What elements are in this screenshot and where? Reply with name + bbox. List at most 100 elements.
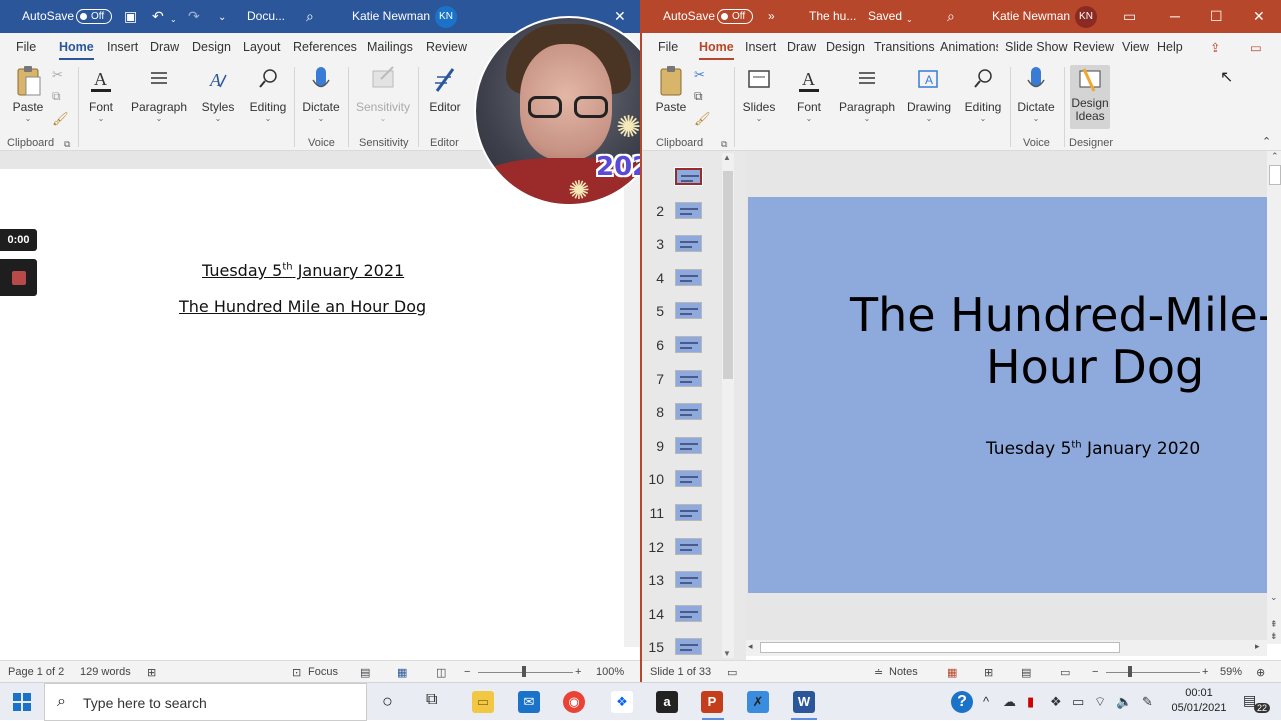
print-layout-icon[interactable]: ▦ bbox=[397, 666, 407, 679]
thumb-scroll-thumb[interactable] bbox=[723, 171, 733, 379]
page-count[interactable]: Page 1 of 2 bbox=[8, 666, 64, 678]
normal-view-icon[interactable]: ▦ bbox=[947, 666, 957, 679]
save-icon[interactable]: ▣ bbox=[124, 8, 137, 24]
powerpoint-icon[interactable]: P bbox=[701, 691, 723, 713]
zoom-level[interactable]: 100% bbox=[596, 666, 624, 678]
word-icon[interactable]: W bbox=[793, 691, 815, 713]
copy-icon[interactable]: ⧉ bbox=[694, 89, 703, 104]
slide-thumbnail[interactable] bbox=[675, 638, 702, 656]
word-editor-button[interactable]: Editor bbox=[424, 65, 466, 114]
word-font-button[interactable]: A Font ⌄ bbox=[84, 65, 118, 124]
word-paragraph-button[interactable]: Paragraph ⌄ bbox=[130, 65, 188, 124]
reading-view-icon[interactable]: ▤ bbox=[1021, 666, 1031, 679]
format-painter-icon[interactable]: 🖌 bbox=[694, 111, 711, 127]
word-tab-mailings[interactable]: Mailings bbox=[367, 40, 413, 54]
chrome-icon[interactable]: ◉ bbox=[563, 691, 585, 713]
copy-icon[interactable]: ⧉ bbox=[52, 89, 61, 104]
ppt-tab-file[interactable]: File bbox=[658, 40, 678, 54]
ppt-slides-button[interactable]: Slides ⌄ bbox=[740, 65, 778, 124]
ppt-tab-slide-show[interactable]: Slide Show bbox=[1005, 40, 1068, 54]
web-layout-icon[interactable]: ◫ bbox=[436, 666, 446, 679]
amazon-icon[interactable]: a bbox=[656, 691, 678, 713]
cortana-icon[interactable]: ○ bbox=[382, 691, 393, 712]
mail-icon[interactable]: ✉ bbox=[518, 691, 540, 713]
word-tab-layout[interactable]: Layout bbox=[243, 40, 281, 54]
slide-subtitle[interactable]: Tuesday 5th January 2020 bbox=[986, 439, 1200, 459]
slide-thumbnail[interactable] bbox=[675, 604, 702, 622]
word-styles-button[interactable]: A Styles ⌄ bbox=[200, 65, 236, 124]
task-view-icon[interactable]: ⧉ bbox=[426, 691, 437, 709]
slide-thumbnail[interactable] bbox=[675, 201, 702, 219]
word-paste-button[interactable]: Paste ⌄ bbox=[10, 65, 46, 124]
slide-thumbnail[interactable] bbox=[675, 436, 702, 454]
ppt-zoom-out-icon[interactable]: − bbox=[1092, 666, 1098, 678]
zoom-slider-thumb[interactable] bbox=[522, 666, 526, 677]
ppt-paste-button[interactable]: Paste bbox=[652, 65, 690, 114]
comments-icon[interactable]: ▭ bbox=[1250, 40, 1262, 55]
slide-horizontal-scrollbar[interactable]: ◂ ▸ bbox=[746, 640, 1267, 656]
word-tab-design[interactable]: Design bbox=[192, 40, 231, 54]
cut-icon[interactable]: ✂ bbox=[52, 67, 63, 83]
slide-thumbnail[interactable] bbox=[675, 537, 702, 555]
notes-button[interactable]: Notes bbox=[889, 666, 918, 678]
minimize-icon[interactable]: ─ bbox=[1170, 8, 1180, 24]
ppt-tab-design[interactable]: Design bbox=[826, 40, 865, 54]
document-page[interactable]: Tuesday 5th January 2021 The Hundred Mil… bbox=[0, 169, 624, 647]
ppt-zoom-slider[interactable] bbox=[1106, 672, 1200, 673]
next-slide-icon[interactable]: ⇟ bbox=[1270, 631, 1278, 642]
ppt-user-avatar[interactable]: KN bbox=[1075, 6, 1097, 28]
word-count[interactable]: 129 words bbox=[80, 666, 131, 678]
ppt-tab-home[interactable]: Home bbox=[699, 40, 734, 60]
scroll-up-icon[interactable]: ⌃ bbox=[1271, 151, 1279, 162]
zoom-out-icon[interactable]: − bbox=[464, 666, 470, 678]
slide-title[interactable]: The Hundred-Mile- Hour Dog bbox=[850, 289, 1268, 393]
slide-counter[interactable]: Slide 1 of 33 bbox=[650, 666, 711, 678]
ppt-tab-review[interactable]: Review bbox=[1073, 40, 1114, 54]
word-vertical-scrollbar[interactable] bbox=[624, 169, 640, 647]
word-editing-button[interactable]: Editing ⌄ bbox=[248, 65, 288, 124]
collapse-ribbon-icon[interactable]: ⌃ bbox=[1262, 135, 1271, 148]
undo-icon[interactable]: ↶ bbox=[152, 8, 164, 24]
onedrive-icon[interactable]: ☁ bbox=[1003, 694, 1016, 710]
word-tab-draw[interactable]: Draw bbox=[150, 40, 179, 54]
ppt-font-button[interactable]: A Font ⌄ bbox=[792, 65, 826, 124]
slide-thumbnail[interactable] bbox=[675, 571, 702, 589]
ppt-tab-animations[interactable]: Animations bbox=[940, 40, 998, 54]
ppt-tab-draw[interactable]: Draw bbox=[787, 40, 816, 54]
slide-thumbnail[interactable] bbox=[675, 268, 702, 286]
word-tab-references[interactable]: References bbox=[293, 40, 357, 54]
customize-toolbar-icon[interactable]: ⌄ bbox=[218, 10, 226, 26]
dropbox-tray-icon[interactable]: ❖ bbox=[1050, 694, 1062, 710]
slide-scroll-thumb[interactable] bbox=[1269, 165, 1281, 185]
more-commands-icon[interactable]: » bbox=[768, 8, 775, 24]
ppt-search-icon[interactable]: ⌕ bbox=[947, 8, 955, 24]
dropbox-icon[interactable]: ❖ bbox=[611, 691, 633, 713]
taskbar-search-input[interactable]: ⌕ Type here to search bbox=[44, 683, 367, 721]
ppt-editing-button[interactable]: Editing ⌄ bbox=[962, 65, 1004, 124]
help-icon[interactable]: ? bbox=[951, 691, 973, 713]
slide-thumbnail[interactable] bbox=[675, 504, 702, 521]
spelling-icon[interactable]: ▭ bbox=[727, 666, 737, 679]
redo-icon[interactable]: ↷ bbox=[188, 8, 200, 24]
ppt-autosave-toggle[interactable]: Off bbox=[717, 9, 753, 24]
clock[interactable]: 00:01 05/01/2021 bbox=[1164, 686, 1234, 716]
slide-thumbnail[interactable] bbox=[675, 302, 702, 320]
ppt-dictate-button[interactable]: Dictate ⌄ bbox=[1014, 65, 1058, 124]
word-tab-home[interactable]: Home bbox=[59, 40, 94, 60]
scroll-down-icon[interactable]: ⌄ bbox=[1270, 592, 1278, 603]
autosave-toggle[interactable]: Off bbox=[76, 9, 112, 24]
ppt-zoom-level[interactable]: 59% bbox=[1220, 666, 1242, 678]
ppt-save-status[interactable]: Saved bbox=[868, 9, 902, 23]
slide-thumbnail-panel[interactable]: 123456789101112131415 ▲ ▼ bbox=[642, 151, 746, 660]
slide-vertical-scrollbar[interactable]: ⌃ ⌄ ⇞ ⇟ bbox=[1267, 151, 1281, 644]
word-tab-review[interactable]: Review bbox=[426, 40, 467, 54]
slide-thumbnail[interactable] bbox=[675, 369, 702, 387]
start-button[interactable] bbox=[13, 693, 31, 714]
slide-sorter-icon[interactable]: ⊞ bbox=[984, 666, 993, 679]
slide-thumbnail[interactable] bbox=[675, 403, 702, 421]
pen-icon[interactable]: ✎ bbox=[1142, 694, 1153, 710]
ribbon-display-icon[interactable]: ▭ bbox=[1123, 8, 1136, 24]
fit-to-window-icon[interactable]: ⊕ bbox=[1256, 666, 1265, 679]
file-explorer-icon[interactable]: ▭ bbox=[472, 691, 494, 713]
previous-slide-icon[interactable]: ⇞ bbox=[1270, 619, 1278, 630]
